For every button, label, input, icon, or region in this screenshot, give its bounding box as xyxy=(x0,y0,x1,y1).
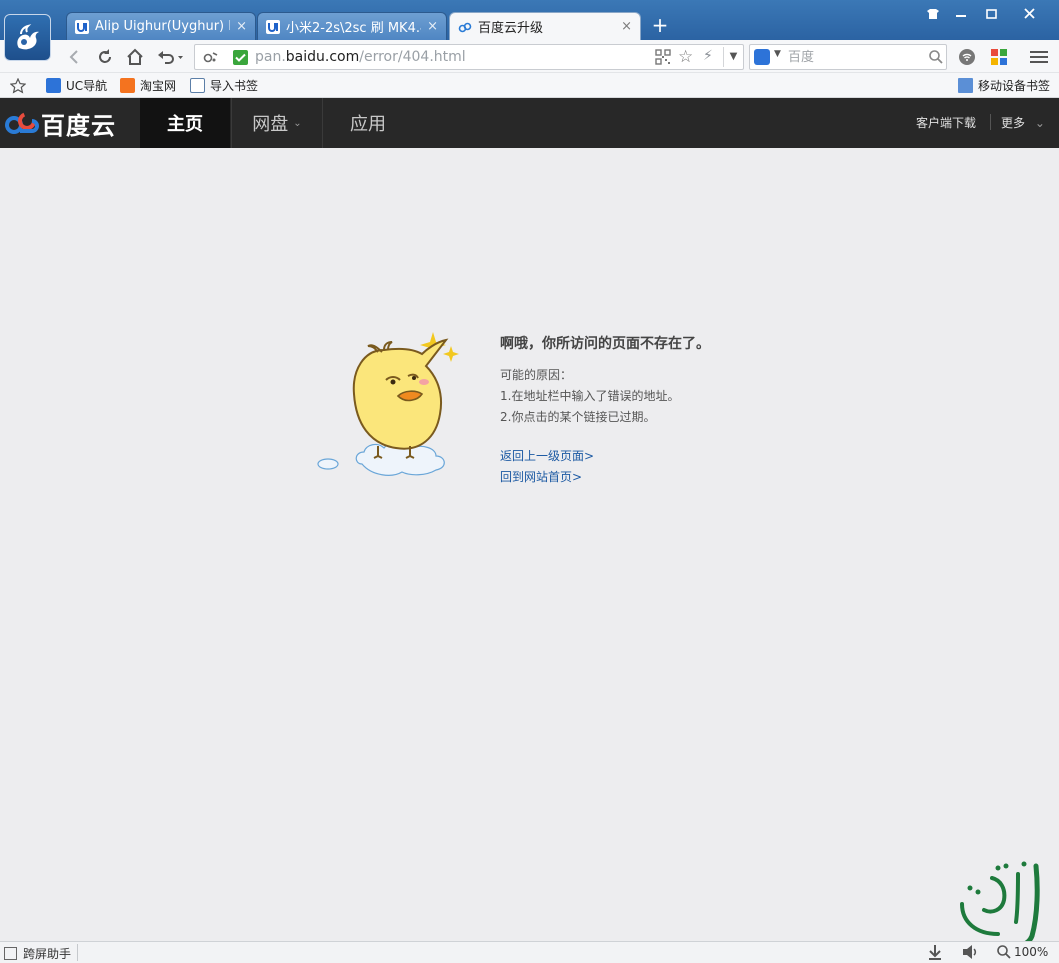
uc-nav-icon xyxy=(46,78,61,93)
bookmarks-bar: UC导航 淘宝网 导入书签 移动设备书签 xyxy=(0,73,1059,98)
url-dropdown-chevron-icon[interactable]: ▼ xyxy=(723,47,743,67)
security-shield-icon xyxy=(203,52,218,63)
nav-apps[interactable]: 应用 xyxy=(323,98,413,148)
zoom-icon xyxy=(997,945,1011,959)
calligraphy-watermark-logo xyxy=(960,861,1040,950)
error-reason: 1.在地址栏中输入了错误的地址。 xyxy=(500,389,680,403)
bookmark-label: 淘宝网 xyxy=(140,79,177,93)
lightning-icon[interactable]: ⚡ xyxy=(703,48,713,64)
error-reason: 2.你点击的某个链接已过期。 xyxy=(500,410,656,424)
zoom-control[interactable]: 100% xyxy=(996,944,1048,960)
baidu-cloud-logo-icon xyxy=(5,112,39,134)
undo-close-button[interactable] xyxy=(154,46,186,68)
skin-icon[interactable] xyxy=(918,4,948,24)
uc-squirrel-icon xyxy=(16,23,39,49)
browser-toolbar: pan.baidu.com/error/404.html ☆ ⚡ ▼ ▼ xyxy=(0,40,1059,73)
home-button[interactable] xyxy=(124,46,146,68)
nav-label: 网盘 xyxy=(252,114,289,135)
uc-tab-icon xyxy=(75,19,89,34)
bookmark-taobao[interactable]: 淘宝网 xyxy=(120,77,176,94)
url-scheme: pan. xyxy=(255,49,286,65)
menu-hamburger-icon[interactable] xyxy=(1029,47,1049,67)
download-icon[interactable] xyxy=(928,944,942,963)
nav-home[interactable]: 主页 xyxy=(140,98,230,148)
bookmark-star-button[interactable] xyxy=(10,77,26,94)
more-menu[interactable]: 更多 ⌄ xyxy=(1001,114,1045,131)
url-path: /error/404.html xyxy=(359,49,466,65)
client-download-link[interactable]: 客户端下载 xyxy=(916,114,976,131)
bookmark-label: 移动设备书签 xyxy=(978,79,1051,93)
tab-close-icon[interactable]: × xyxy=(427,19,438,34)
zoom-level: 100% xyxy=(1014,945,1049,959)
back-to-home-link[interactable]: 回到网站首页> xyxy=(500,468,582,485)
apps-grid-icon[interactable] xyxy=(989,47,1009,67)
tab-xiaomi[interactable]: 小米2-2s\2sc 刷 MK4.4.4 × xyxy=(257,12,447,40)
new-tab-button[interactable]: + xyxy=(650,14,670,36)
chevron-down-icon: ⌄ xyxy=(1034,116,1045,130)
import-icon xyxy=(190,78,205,93)
tab-label: 小米2-2s\2sc 刷 MK4.4.4 xyxy=(286,21,421,36)
maximize-button[interactable] xyxy=(976,4,1006,24)
nav-label: 应用 xyxy=(350,114,386,135)
url-host: baidu.com xyxy=(285,49,360,65)
taobao-icon xyxy=(120,78,135,93)
refresh-icon xyxy=(99,49,111,63)
tab-close-icon[interactable]: × xyxy=(236,19,247,34)
screen-share-icon xyxy=(4,947,17,960)
verified-check-icon xyxy=(233,50,248,65)
tab-close-icon[interactable]: × xyxy=(621,19,632,34)
search-box[interactable]: ▼ xyxy=(749,44,947,70)
tab-alip-uighur[interactable]: Alip Uighur(Uyghur) IT × xyxy=(66,12,256,40)
nav-label: 主页 xyxy=(167,114,203,135)
qr-code-icon[interactable] xyxy=(655,49,671,65)
status-bar: 跨屏助手 100% xyxy=(0,941,1059,963)
back-button[interactable] xyxy=(64,46,86,68)
logo-text: 百度云 xyxy=(41,111,116,140)
close-window-button[interactable] xyxy=(1014,4,1044,24)
bookmark-uc-nav[interactable]: UC导航 xyxy=(46,77,107,94)
address-bar[interactable]: pan.baidu.com/error/404.html ☆ ⚡ ▼ xyxy=(194,44,744,70)
back-arrow-icon xyxy=(69,50,78,64)
chevron-down-icon: ⌄ xyxy=(293,117,302,129)
minimize-button[interactable] xyxy=(946,4,976,24)
tab-label: 百度云升级 xyxy=(478,21,544,36)
baidu-cloud-logo[interactable]: 百度云 xyxy=(3,108,116,140)
tab-label: Alip Uighur(Uyghur) IT xyxy=(95,19,231,34)
sad-chick-illustration xyxy=(317,332,459,476)
bookmark-label: UC导航 xyxy=(66,79,108,93)
bookmark-label: 导入书签 xyxy=(210,79,259,93)
uc-tab-icon xyxy=(266,19,280,34)
engine-dropdown-icon[interactable]: ▼ xyxy=(774,49,781,59)
more-label: 更多 xyxy=(1001,116,1026,130)
cross-screen-assistant-button[interactable]: 跨屏助手 xyxy=(4,945,71,962)
search-input[interactable] xyxy=(788,47,918,67)
bookmark-star-icon[interactable]: ☆ xyxy=(678,47,693,67)
baidu-paw-icon[interactable] xyxy=(754,49,770,65)
mobile-bookmarks-folder[interactable]: 移动设备书签 xyxy=(958,77,1050,94)
tab-baidu-cloud-upgrade[interactable]: 百度云升级 × xyxy=(449,12,641,40)
bookmark-import[interactable]: 导入书签 xyxy=(190,77,258,94)
volume-icon[interactable] xyxy=(962,944,980,963)
assistant-label: 跨屏助手 xyxy=(23,947,72,961)
home-icon xyxy=(127,48,143,65)
error-reasons-label: 可能的原因： xyxy=(500,368,573,382)
site-header: 百度云 主页 网盘 ⌄ 应用 客户端下载 更多 ⌄ xyxy=(0,98,1059,148)
nav-netdisk[interactable]: 网盘 ⌄ xyxy=(232,98,322,148)
star-outline-icon xyxy=(10,77,26,93)
baidu-cloud-tab-icon xyxy=(458,22,472,32)
error-title: 啊哦，你所访问的页面不存在了。 xyxy=(500,336,710,352)
refresh-button[interactable] xyxy=(94,46,116,68)
url-text[interactable]: pan.baidu.com/error/404.html xyxy=(255,49,466,65)
status-divider xyxy=(77,944,78,961)
browser-titlebar: Alip Uighur(Uyghur) IT × 小米2-2s\2sc 刷 MK… xyxy=(0,0,1059,40)
uc-browser-logo[interactable] xyxy=(4,14,51,61)
wifi-share-icon[interactable] xyxy=(957,47,977,67)
folder-icon xyxy=(958,78,973,93)
undo-icon xyxy=(158,51,183,64)
search-icon[interactable] xyxy=(928,49,944,65)
back-to-previous-link[interactable]: 返回上一级页面> xyxy=(500,447,594,464)
header-divider xyxy=(990,114,991,130)
